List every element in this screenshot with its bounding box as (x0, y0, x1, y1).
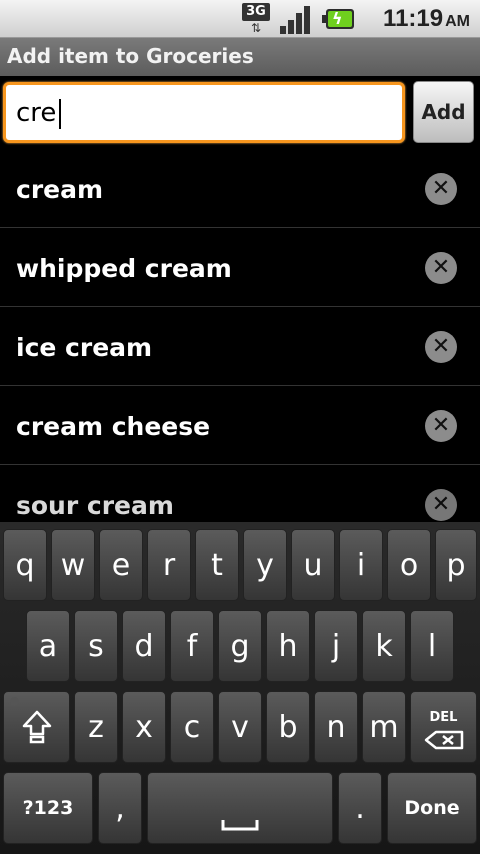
key-t[interactable]: t (195, 529, 239, 601)
comma-key[interactable]: , (98, 772, 142, 844)
shift-key[interactable] (3, 691, 70, 763)
page-title: Add item to Groceries (7, 44, 254, 68)
space-key[interactable] (147, 772, 333, 844)
list-item-label: ice cream (16, 333, 153, 362)
suggestion-list: cream ✕ whipped cream ✕ ice cream ✕ crea… (0, 149, 480, 522)
shift-arrow-icon (22, 710, 51, 744)
key-k[interactable]: k (362, 610, 406, 682)
key-n[interactable]: n (314, 691, 358, 763)
key-e[interactable]: e (99, 529, 143, 601)
key-i[interactable]: i (339, 529, 383, 601)
symbols-key[interactable]: ?123 (3, 772, 93, 844)
key-d[interactable]: d (122, 610, 166, 682)
key-u[interactable]: u (291, 529, 335, 601)
key-o[interactable]: o (387, 529, 431, 601)
list-item-label: cream (16, 175, 104, 204)
item-input-box[interactable] (3, 82, 405, 143)
key-r[interactable]: r (147, 529, 191, 601)
key-j[interactable]: j (314, 610, 358, 682)
remove-icon[interactable]: ✕ (425, 331, 457, 363)
key-s[interactable]: s (74, 610, 118, 682)
key-f[interactable]: f (170, 610, 214, 682)
key-g[interactable]: g (218, 610, 262, 682)
period-key[interactable]: . (338, 772, 382, 844)
key-q[interactable]: q (3, 529, 47, 601)
delete-key[interactable]: DEL (410, 691, 477, 763)
backspace-icon (424, 730, 463, 750)
key-b[interactable]: b (266, 691, 310, 763)
list-item-label: whipped cream (16, 254, 232, 283)
remove-icon[interactable]: ✕ (425, 489, 457, 521)
key-c[interactable]: c (170, 691, 214, 763)
done-key[interactable]: Done (387, 772, 477, 844)
item-input[interactable] (16, 95, 386, 131)
list-item[interactable]: cream ✕ (0, 149, 480, 228)
key-m[interactable]: m (362, 691, 406, 763)
list-item[interactable]: whipped cream ✕ (0, 228, 480, 307)
shift-indicator-icon (10, 697, 19, 706)
status-icons: 3G ⇅ ϟ (242, 3, 356, 35)
add-button[interactable]: Add (413, 81, 474, 143)
key-y[interactable]: y (243, 529, 287, 601)
remove-icon[interactable]: ✕ (425, 410, 457, 442)
clock-time: 11:19 (383, 5, 444, 32)
key-l[interactable]: l (410, 610, 454, 682)
status-bar: 3G ⇅ ϟ 11:19 AM (0, 0, 480, 38)
text-cursor (59, 99, 61, 129)
space-icon (221, 820, 259, 831)
network-3g-icon: 3G ⇅ (242, 3, 274, 35)
list-item[interactable]: cream cheese ✕ (0, 386, 480, 465)
key-p[interactable]: p (435, 529, 477, 601)
battery-charging-icon: ϟ (322, 7, 356, 31)
list-item-label: sour cream (16, 491, 174, 520)
list-item[interactable]: sour cream ✕ (0, 465, 480, 522)
remove-icon[interactable]: ✕ (425, 173, 457, 205)
list-item[interactable]: ice cream ✕ (0, 307, 480, 386)
network-label: 3G (242, 3, 270, 21)
clock-ampm: AM (445, 13, 470, 30)
soft-keyboard: q w e r t y u i o p a s d f g h j k l z … (0, 522, 480, 854)
key-z[interactable]: z (74, 691, 118, 763)
key-x[interactable]: x (122, 691, 166, 763)
key-h[interactable]: h (266, 610, 310, 682)
title-bar: Add item to Groceries (0, 38, 480, 76)
key-w[interactable]: w (51, 529, 95, 601)
signal-strength-icon (280, 4, 312, 34)
delete-key-label: DEL (429, 710, 458, 725)
key-a[interactable]: a (26, 610, 70, 682)
remove-icon[interactable]: ✕ (425, 252, 457, 284)
list-item-label: cream cheese (16, 412, 211, 441)
add-item-row: Add (0, 76, 480, 149)
clock: 11:19 AM (383, 5, 470, 33)
key-v[interactable]: v (218, 691, 262, 763)
